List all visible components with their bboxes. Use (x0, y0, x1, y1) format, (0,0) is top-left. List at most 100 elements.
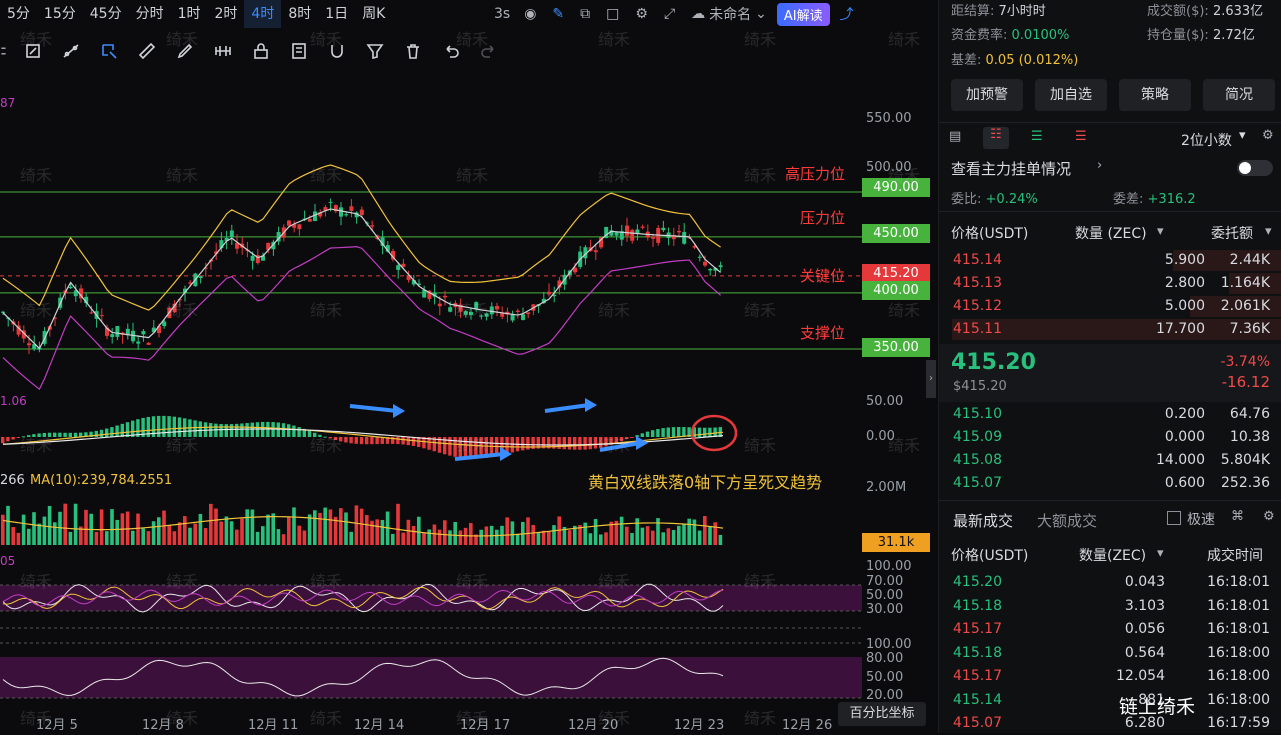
volume-bar (110, 509, 114, 545)
add-alert-button[interactable]: 加预警 (951, 79, 1023, 111)
trash-icon[interactable] (394, 34, 432, 68)
macd-bar (661, 428, 665, 437)
ob-header-amount[interactable]: 委托额 (1211, 223, 1253, 243)
magnet-icon[interactable] (318, 34, 356, 68)
filter-icon[interactable] (356, 34, 394, 68)
pattern-icon[interactable] (204, 34, 242, 68)
percent-scale-button[interactable]: 百分比坐标 (838, 702, 926, 726)
select-tool-icon[interactable] (90, 34, 128, 68)
line-tool-icon[interactable] (52, 34, 90, 68)
ask-row[interactable]: 415.11 17.700 7.36K (939, 318, 1281, 341)
share-icon[interactable]: ⤴ (840, 4, 854, 24)
fit-icon[interactable] (14, 34, 52, 68)
timeframe-7[interactable]: 8时 (281, 0, 318, 28)
bid-row[interactable]: 415.09 0.000 10.38 (939, 426, 1281, 449)
candle-body (396, 265, 401, 270)
timeframe-0[interactable]: 5分 (0, 0, 37, 28)
settings-icon[interactable]: ⚙ (1262, 128, 1274, 143)
macd-bar (193, 420, 197, 437)
pen-icon[interactable]: ✎ (552, 6, 564, 22)
timeframe-1[interactable]: 15分 (37, 0, 83, 28)
tab-latest-trades[interactable]: 最新成交 (953, 510, 1013, 531)
ask-row[interactable]: 415.13 2.800 1.164K (939, 272, 1281, 295)
window-icon[interactable]: ⧉ (580, 6, 590, 22)
trades-filter-icon[interactable]: ⌘ (1231, 509, 1244, 524)
menu-icon[interactable] (0, 34, 14, 68)
ask-row[interactable]: 415.14 5.900 2.44K (939, 249, 1281, 272)
fullscreen-icon[interactable]: ⤢ (664, 6, 675, 22)
overview-button[interactable]: 简况 (1203, 79, 1275, 111)
bid-row[interactable]: 415.10 0.200 64.76 (939, 403, 1281, 426)
collapse-panel-handle[interactable]: › (926, 360, 936, 398)
add-watchlist-button[interactable]: 加自选 (1035, 79, 1107, 111)
trades-settings-icon[interactable]: ⚙ (1263, 509, 1275, 524)
timeframe-2[interactable]: 45分 (83, 0, 129, 28)
timeframe-5[interactable]: 2时 (208, 0, 245, 28)
chart-area[interactable]: 5分 15分 45分 分时 1时 2时 4时 8时 1日 周K 3s ◉ ✎ ⧉ □ ⚙ ⤢ ☁ … (0, 0, 936, 733)
diff-value: +316.2 (1147, 192, 1196, 207)
decimal-select[interactable]: 2位小数 (1181, 130, 1232, 150)
lock-icon[interactable] (242, 34, 280, 68)
fast-label: 极速 (1187, 512, 1215, 528)
chevron-down-icon[interactable]: ▾ (1157, 546, 1164, 561)
tab-large-trades[interactable]: 大额成交 (1037, 510, 1097, 531)
macd-bar (339, 437, 343, 442)
fast-checkbox[interactable] (1167, 511, 1181, 525)
note-icon[interactable] (280, 34, 318, 68)
footer-brand: 链上绮禾 (1119, 696, 1196, 718)
candle-body (479, 315, 484, 317)
timeframe-6[interactable]: 4时 (244, 0, 282, 28)
ruler-icon[interactable] (128, 34, 166, 68)
bid-amount: 252.36 (1221, 475, 1270, 491)
volume-bar (162, 510, 166, 545)
depth-toggle[interactable] (1237, 160, 1273, 176)
brush-icon[interactable] (166, 34, 204, 68)
price-tag-350: 350.00 (862, 338, 930, 357)
divider (939, 500, 1281, 501)
volume-bar (510, 521, 515, 545)
volume-bar (354, 505, 359, 545)
volume-bar (344, 512, 348, 545)
candle-body (141, 331, 146, 335)
bid-row[interactable]: 415.07 0.600 252.36 (939, 472, 1281, 495)
timeframe-3[interactable]: 分时 (129, 0, 171, 28)
chevron-down-icon[interactable]: ▾ (1265, 224, 1272, 239)
settings-icon[interactable]: ⚙ (635, 6, 648, 22)
ai-read-button[interactable]: AI解读 (776, 2, 830, 26)
chevron-down-icon[interactable]: ⌄ (755, 6, 767, 22)
volume-bar (411, 525, 416, 545)
camera-icon[interactable]: ◉ (524, 6, 536, 22)
volume-bar (645, 526, 650, 545)
trade-header-qty[interactable]: 数量(ZEC) (1079, 545, 1146, 565)
orderbook-asks-icon[interactable]: ☰ (1075, 129, 1087, 144)
chevron-down-icon[interactable]: ▾ (1239, 128, 1246, 143)
timeframe-9[interactable]: 周K (355, 0, 392, 28)
orderbook-mode-icon[interactable]: ▤ (949, 129, 961, 144)
bid-row[interactable]: 415.08 14.000 5.804K (939, 449, 1281, 472)
undo-icon[interactable] (432, 34, 470, 68)
volume-bar (604, 532, 608, 545)
volume-indicator-value: 266 (0, 473, 25, 488)
chevron-right-icon[interactable]: › (1097, 158, 1102, 173)
strategy-button[interactable]: 策略 (1119, 79, 1191, 111)
trade-qty: 0.564 (1124, 644, 1165, 661)
ask-row[interactable]: 415.12 5.000 2.061K (939, 295, 1281, 318)
macd-bar (63, 432, 67, 437)
timeframe-4[interactable]: 1时 (171, 0, 208, 28)
kdj-axis-label: 100.00 (866, 637, 912, 652)
macd-bar (125, 422, 130, 437)
macd-bar (99, 429, 104, 437)
orderbook-bids-icon[interactable]: ☰ (1031, 129, 1043, 144)
interval-label[interactable]: 3s (494, 6, 510, 22)
volume-bar (380, 519, 385, 545)
layout-name[interactable]: 未命名 (709, 4, 751, 24)
depth-title[interactable]: 查看主力挂单情况 (951, 158, 1071, 179)
redo-icon[interactable] (470, 34, 508, 68)
orderbook-both-icon[interactable]: ☷ (983, 127, 1009, 149)
ob-header-qty[interactable]: 数量 (ZEC) (1075, 223, 1147, 243)
chevron-down-icon[interactable]: ▾ (1157, 224, 1164, 239)
timeframe-8[interactable]: 1日 (318, 0, 355, 28)
volume-bar (422, 533, 426, 545)
macd-axis-label: 50.00 (866, 394, 904, 409)
crop-icon[interactable]: □ (606, 6, 619, 22)
